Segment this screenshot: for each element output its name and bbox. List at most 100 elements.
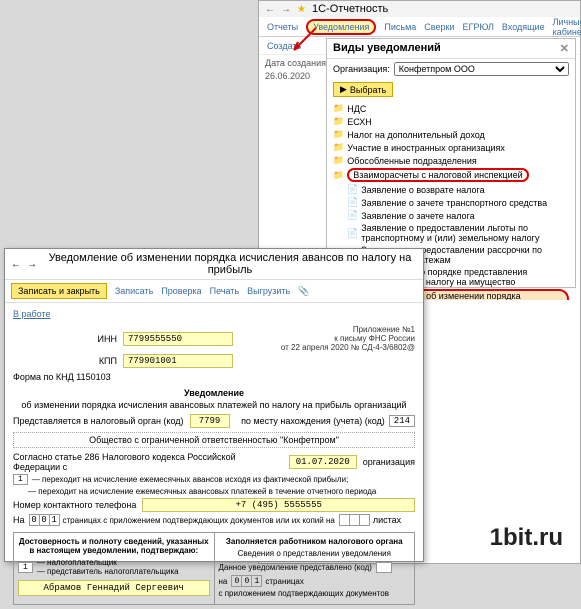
signer-type-box[interactable]: 1 (18, 562, 33, 573)
pages-box[interactable]: 001 (29, 514, 59, 526)
select-button-label: Выбрать (350, 85, 386, 95)
select-button[interactable]: ▶ Выбрать (333, 82, 393, 97)
tree-item-label: Заявление о зачете транспортного средств… (361, 198, 547, 208)
tree-item[interactable]: 📄Заявление о предоставлении льготы по тр… (347, 222, 569, 244)
tree-item-label: Взаиморасчеты с налоговой инспекцией (347, 168, 528, 182)
tree-item-label: Обособленные подразделения (347, 156, 477, 166)
nav-fwd[interactable]: → (27, 259, 37, 270)
colR-line3: с приложением подтверждающих документов (219, 589, 411, 598)
opt2-text: — переходит на исчисление ежемесячных ав… (28, 487, 376, 496)
form-body: В работе ИНН 7799555550 Приложение №1 к … (5, 303, 423, 609)
inn-label: ИНН (13, 334, 123, 344)
nav-back[interactable]: ← (11, 259, 21, 270)
tab-notifications[interactable]: Уведомления (306, 19, 376, 35)
inn-field[interactable]: 7799555550 (123, 332, 233, 346)
save-button[interactable]: Записать (115, 286, 153, 296)
create-button[interactable]: Создать (267, 41, 301, 51)
check-button[interactable]: Проверка (161, 286, 201, 296)
tab-letters[interactable]: Письма (384, 22, 416, 32)
tree-item-label: ЕСХН (347, 117, 372, 127)
nav-back[interactable]: ← (265, 4, 275, 15)
form-toolbar: Записать и закрыть Записать Проверка Печ… (5, 280, 423, 303)
tree-item[interactable]: 📁НДС (333, 102, 569, 115)
status-link[interactable]: В работе (13, 309, 415, 319)
tree-item[interactable]: 📄Заявление о зачете транспортного средст… (347, 196, 569, 209)
tree-item[interactable]: 📄Заявление о зачете налога (347, 209, 569, 222)
panel-title: Виды уведомлений (333, 42, 441, 55)
document-icon: 📄 (347, 197, 358, 208)
left-list-hdr: Дата создания (265, 58, 326, 68)
colR-title: Заполняется работником налогового органа (219, 537, 411, 546)
panel-close[interactable]: ✕ (560, 42, 569, 55)
star-icon: ★ (297, 4, 306, 15)
doc-heading1: Уведомление (13, 388, 415, 398)
fio-field[interactable]: Абрамов Геннадий Сергеевич (18, 580, 210, 596)
kpp-label: КПП (13, 356, 123, 366)
tree-item-label: Налог на дополнительный доход (347, 130, 485, 140)
place-code[interactable]: 214 (389, 415, 415, 427)
nav-fwd[interactable]: → (281, 4, 291, 15)
folder-icon: 📁 (333, 155, 344, 166)
article-label: Согласно статье 286 Налогового кодекса Р… (13, 452, 283, 472)
colR-post: страницах (265, 577, 303, 586)
tree-item-label: НДС (347, 104, 366, 114)
tree-item[interactable]: 📁Налог на дополнительный доход (333, 128, 569, 141)
colR-pre: на (219, 577, 228, 586)
col-left: Достоверность и полноту сведений, указан… (13, 532, 215, 605)
colL-opt2: — представитель налогоплательщика (37, 567, 179, 576)
form-titlebar: ← → Уведомление об изменении порядка исч… (5, 249, 423, 280)
tree-item-label: Участие в иностранных организациях (347, 143, 505, 153)
left-list: Дата создания 26.06.2020 (265, 55, 326, 84)
doc-heading2: об изменении порядка исчисления авансовы… (13, 400, 415, 410)
article-tail: организация (363, 457, 415, 467)
annex-note: Приложение №1 к письму ФНС России от 22 … (281, 325, 415, 352)
tabbar: Отчеты Уведомления Письма Сверки ЕГРЮЛ В… (259, 17, 580, 37)
left-list-date[interactable]: 26.06.2020 (265, 71, 326, 81)
colR-line1: Данное уведомление представлено (код) (219, 563, 372, 572)
org-label: Организация: (333, 64, 390, 74)
attach-icon[interactable]: 📎 (298, 286, 309, 297)
opt1-box[interactable]: 1 (13, 474, 28, 485)
panel-titlebar: Виды уведомлений ✕ (327, 39, 575, 59)
check-icon: ▶ (340, 84, 347, 95)
colR-pages: 001 (231, 575, 261, 587)
tab-egrul[interactable]: ЕГРЮЛ (462, 22, 493, 32)
tree-item[interactable]: 📁Взаиморасчеты с налоговой инспекцией (333, 167, 569, 183)
org-select[interactable]: Конфетпром ООО (394, 62, 569, 76)
folder-icon: 📁 (333, 142, 344, 153)
phone-label: Номер контактного телефона (13, 500, 136, 510)
place-label: по месту нахождения (учета) (код) (241, 416, 385, 426)
article-date[interactable]: 01.07.2020 (289, 455, 357, 469)
tree-item-label: Заявление о зачете налога (361, 211, 474, 221)
folder-icon: 📁 (333, 103, 344, 114)
tab-lk[interactable]: Личные кабинеты (553, 17, 581, 37)
pages-post: листах (373, 515, 401, 525)
colR-sub: Сведения о представлении уведомления (219, 549, 411, 558)
tree-item[interactable]: 📁ЕСХН (333, 115, 569, 128)
upload-button[interactable]: Выгрузить (247, 286, 290, 296)
folder-icon: 📁 (333, 170, 344, 181)
document-icon: 📄 (347, 210, 358, 221)
phone-field[interactable]: +7 (495) 5555555 (142, 498, 415, 512)
kpp-field[interactable]: 779901001 (123, 354, 233, 368)
col-right: Заполняется работником налогового органа… (215, 532, 416, 605)
pages-pre: На (13, 515, 25, 525)
form-title: Уведомление об изменении порядка исчисле… (43, 252, 417, 276)
tree-item-label: Заявление о возврате налога (361, 185, 484, 195)
folder-icon: 📁 (333, 116, 344, 127)
tree-item[interactable]: 📁Участие в иностранных организациях (333, 141, 569, 154)
present-code[interactable]: 7799 (190, 414, 230, 428)
save-close-button[interactable]: Записать и закрыть (11, 283, 107, 299)
watermark: 1bit.ru (490, 524, 563, 552)
tab-reports[interactable]: Отчеты (267, 22, 298, 32)
org-row: Организация: Конфетпром ООО (327, 59, 575, 79)
org-name-field[interactable]: Общество с ограниченной ответственностью… (13, 432, 415, 448)
print-button[interactable]: Печать (210, 286, 239, 296)
tree-item[interactable]: 📁Обособленные подразделения (333, 154, 569, 167)
tree-item[interactable]: 📄Заявление о возврате налога (347, 183, 569, 196)
tab-sverki[interactable]: Сверки (424, 22, 454, 32)
tab-incoming[interactable]: Входящие (502, 22, 545, 32)
document-icon: 📄 (347, 228, 358, 239)
attach-pages-box[interactable] (339, 514, 369, 526)
app-title: 1С-Отчетность (312, 3, 388, 15)
